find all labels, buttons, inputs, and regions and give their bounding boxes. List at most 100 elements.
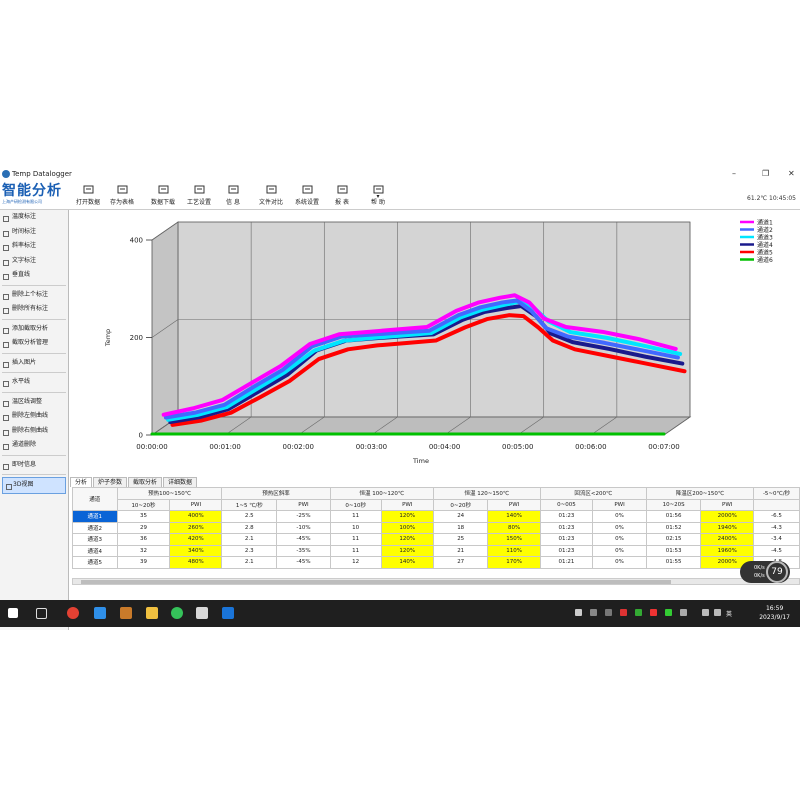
table-row[interactable]: 通道1 35 400% 2.5 -25% 11 120% 24 140% 01:23 0% 01:56… xyxy=(72,510,800,523)
row-channel-name[interactable]: 通道5 xyxy=(72,556,118,569)
tab-2[interactable]: 截取分析 xyxy=(128,477,163,487)
table-cell[interactable]: 29 xyxy=(116,521,171,534)
wechat-icon[interactable] xyxy=(171,607,183,619)
table-row[interactable]: 通道3 36 420% 2.1 -45% 11 120% 25 150% 01:23 0% 02:15… xyxy=(72,533,800,546)
table-cell[interactable]: -10% xyxy=(276,521,331,534)
toolbar-more-icon[interactable]: ▾ xyxy=(372,193,384,200)
table-cell[interactable]: -6.5 xyxy=(753,510,800,523)
app-bird-icon[interactable] xyxy=(94,607,106,619)
maximize-icon[interactable]: ❐ xyxy=(762,169,769,178)
temp-datalogger-task-icon[interactable] xyxy=(222,607,234,619)
column-group-header[interactable]: 恒温 120~150℃ xyxy=(432,487,541,500)
sidebar-item-1[interactable]: 时间标注 xyxy=(0,225,68,240)
row-channel-name[interactable]: 通道2 xyxy=(72,521,118,534)
column-sub-header[interactable]: 0~005 xyxy=(539,498,594,511)
table-cell[interactable]: 35 xyxy=(116,510,171,523)
clock[interactable]: 16:59 2023/9/17 xyxy=(759,604,790,622)
tab-3[interactable]: 详细数据 xyxy=(163,477,198,487)
table-cell[interactable]: 2.8 xyxy=(221,521,278,534)
table-cell[interactable]: 01:23 xyxy=(539,544,594,557)
file-explorer-icon[interactable] xyxy=(146,607,158,619)
table-row[interactable]: 通道2 29 260% 2.8 -10% 10 100% 18 80% 01:23 0% 01:52 1… xyxy=(72,521,800,534)
sidebar-item-5[interactable]: 删除上个标注 xyxy=(0,288,68,303)
task-view-icon[interactable] xyxy=(36,608,47,619)
table-cell[interactable]: 120% xyxy=(380,510,434,523)
sidebar-item-0[interactable]: 温度标注 xyxy=(0,210,68,225)
table-cell[interactable]: 420% xyxy=(169,533,223,546)
table-cell[interactable]: 0% xyxy=(592,556,647,569)
app-tiger-icon[interactable] xyxy=(120,607,132,619)
table-cell[interactable]: 36 xyxy=(116,533,171,546)
scrollbar-thumb[interactable] xyxy=(81,580,671,584)
column-group-header[interactable]: 降温区200~150℃ xyxy=(645,487,755,500)
table-cell[interactable]: 110% xyxy=(487,544,541,557)
column-group-header[interactable]: 回流区<200℃ xyxy=(539,487,647,500)
tray-app-icon[interactable] xyxy=(605,609,612,616)
toolbar-button-1[interactable]: 存为表格 xyxy=(100,184,144,206)
table-cell[interactable]: 100% xyxy=(380,521,434,534)
table-cell[interactable]: 01:23 xyxy=(539,533,594,546)
table-cell[interactable]: 1960% xyxy=(700,544,754,557)
table-cell[interactable]: -4.5 xyxy=(753,544,800,557)
minimize-icon[interactable]: – xyxy=(732,169,736,178)
tray-wechat-icon[interactable] xyxy=(665,609,672,616)
table-cell[interactable]: 11 xyxy=(329,510,382,523)
table-cell[interactable]: -35% xyxy=(276,544,331,557)
table-cell[interactable]: 0% xyxy=(592,521,647,534)
table-cell[interactable]: 480% xyxy=(169,556,223,569)
volume-icon[interactable] xyxy=(714,609,721,616)
table-cell[interactable]: 140% xyxy=(487,510,541,523)
column-sub-header[interactable]: PWI xyxy=(592,498,647,511)
sidebar-item-2[interactable]: 斜率标注 xyxy=(0,239,68,254)
column-sub-header[interactable]: PWI xyxy=(700,498,754,511)
table-cell[interactable]: 340% xyxy=(169,544,223,557)
sidebar-item-11[interactable]: 温区线调整 xyxy=(0,395,68,410)
table-cell[interactable]: 0% xyxy=(592,544,647,557)
table-cell[interactable]: 10 xyxy=(329,521,382,534)
wifi-icon[interactable] xyxy=(702,609,709,616)
table-row[interactable]: 通道4 32 340% 2.3 -35% 11 120% 21 110% 01:23 0% 01:53… xyxy=(72,544,800,557)
table-cell[interactable]: 02:15 xyxy=(645,533,702,546)
table-cell[interactable]: 32 xyxy=(116,544,171,557)
table-cell[interactable]: 39 xyxy=(116,556,171,569)
table-cell[interactable]: -3.4 xyxy=(753,533,800,546)
close-icon[interactable]: ✕ xyxy=(788,169,795,178)
table-cell[interactable]: 18 xyxy=(432,521,489,534)
sidebar-item-8[interactable]: 截取分析管理 xyxy=(0,336,68,351)
table-cell[interactable]: -25% xyxy=(276,510,331,523)
table-cell[interactable]: 25 xyxy=(432,533,489,546)
column-sub-header[interactable]: 1~5 ℃/秒 xyxy=(221,498,278,511)
table-cell[interactable]: 11 xyxy=(329,533,382,546)
sidebar-item-9[interactable]: 插入图片 xyxy=(0,356,68,371)
tray-m-icon[interactable] xyxy=(575,609,582,616)
tray-app-icon[interactable] xyxy=(620,609,627,616)
sidebar-item-3[interactable]: 文字标注 xyxy=(0,254,68,269)
windows-start-icon[interactable] xyxy=(8,608,18,618)
column-sub-header[interactable]: PWI xyxy=(487,498,541,511)
horizontal-scrollbar[interactable] xyxy=(72,578,800,585)
table-cell[interactable]: 2400% xyxy=(700,533,754,546)
column-sub-header[interactable]: PWI xyxy=(276,498,331,511)
table-cell[interactable]: 2.3 xyxy=(221,544,278,557)
column-sub-header[interactable]: 0~10秒 xyxy=(329,498,382,511)
table-cell[interactable]: 01:52 xyxy=(645,521,702,534)
column-sub-header[interactable]: 10~20S xyxy=(645,498,702,511)
table-cell[interactable]: 12 xyxy=(329,556,382,569)
tray-app-icon[interactable] xyxy=(680,609,687,616)
sidebar-item-13[interactable]: 删除右侧曲线 xyxy=(0,424,68,439)
sidebar-item-4[interactable]: 垂直线 xyxy=(0,268,68,283)
row-channel-name[interactable]: 通道1 xyxy=(72,510,118,523)
table-cell[interactable]: 01:56 xyxy=(645,510,702,523)
table-cell[interactable]: 2.1 xyxy=(221,556,278,569)
tab-1[interactable]: 炉子参数 xyxy=(93,477,128,487)
table-cell[interactable]: 120% xyxy=(380,533,434,546)
column-group-header[interactable]: 预热100~150℃ xyxy=(116,487,223,500)
sidebar-item-7[interactable]: 添加截取分析 xyxy=(0,322,68,337)
tray-app-icon[interactable] xyxy=(635,609,642,616)
table-cell[interactable]: 0% xyxy=(592,510,647,523)
table-cell[interactable]: 24 xyxy=(432,510,489,523)
column-sub-header[interactable]: PWI xyxy=(169,498,223,511)
table-cell[interactable]: 21 xyxy=(432,544,489,557)
table-cell[interactable]: 2000% xyxy=(700,510,754,523)
row-channel-name[interactable]: 通道3 xyxy=(72,533,118,546)
